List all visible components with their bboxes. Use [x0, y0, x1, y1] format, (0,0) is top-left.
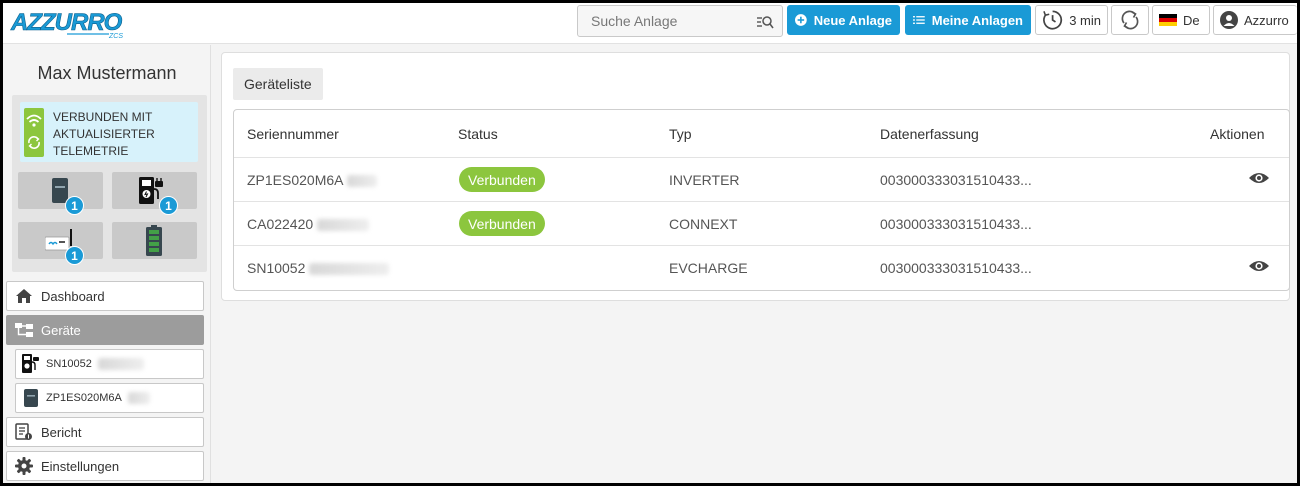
- ev-charger-tile[interactable]: 1: [112, 172, 197, 215]
- device-table: Seriennummer Status Typ Datenerfassung A…: [233, 109, 1290, 291]
- column-header-actions: Aktionen: [1210, 126, 1265, 142]
- account-label: Azzurro: [1244, 12, 1289, 28]
- search-field[interactable]: [577, 5, 783, 37]
- table-row[interactable]: CA022420 Verbunden CONNEXT 0030003330315…: [234, 202, 1289, 246]
- column-header-status[interactable]: Status: [458, 126, 498, 142]
- ev-charger-count-badge: 1: [159, 196, 178, 215]
- type-cell: EVCHARGE: [669, 260, 748, 276]
- sidebar: Max Mustermann VERBUNDEN MIT AKTUALISIER…: [3, 45, 211, 483]
- sync-icon: [1121, 10, 1139, 30]
- language-selector[interactable]: De: [1152, 5, 1210, 35]
- my-plants-button[interactable]: Meine Anlagen: [905, 5, 1031, 35]
- serial-value: CA022420: [247, 216, 314, 232]
- redacted-serial: [309, 263, 390, 276]
- new-plant-button[interactable]: Neue Anlage: [787, 5, 900, 35]
- top-bar: AZZURRO ZCS Neue Anlage: [3, 3, 1297, 44]
- battery-icon: [146, 225, 162, 256]
- language-label: De: [1183, 12, 1200, 28]
- sidebar-item-label: Geräte: [41, 322, 81, 338]
- status-badge: Verbunden: [459, 211, 545, 236]
- account-menu[interactable]: Azzurro: [1213, 5, 1297, 35]
- sidebar-item-settings[interactable]: Einstellungen: [6, 451, 204, 481]
- sidebar-item-devices[interactable]: Geräte: [6, 315, 204, 345]
- inverter-count-badge: 1: [65, 196, 84, 215]
- plus-circle-icon: [795, 14, 807, 26]
- refresh-interval-label: 3 min: [1069, 12, 1101, 28]
- sidebar-item-report[interactable]: Bericht: [6, 417, 204, 447]
- sidebar-subitem-inverter[interactable]: ZP1ES020M6A: [15, 383, 204, 413]
- status-badge: Verbunden: [459, 167, 545, 192]
- device-serial: ZP1ES020M6A: [46, 392, 122, 404]
- sidebar-subitem-ev-charger[interactable]: SN10052: [15, 349, 204, 379]
- new-plant-label: Neue Anlage: [813, 12, 892, 28]
- inverter-icon: [24, 389, 38, 407]
- device-tree-icon: [15, 323, 33, 337]
- sidebar-item-label: Dashboard: [41, 288, 105, 304]
- datalogger-cell: 003000333031510433...: [880, 216, 1032, 232]
- my-plants-label: Meine Anlagen: [931, 12, 1023, 28]
- sidebar-item-dashboard[interactable]: Dashboard: [6, 281, 204, 311]
- svg-text:ZCS: ZCS: [108, 33, 123, 40]
- battery-tile[interactable]: [112, 222, 197, 259]
- column-header-serial[interactable]: Seriennummer: [247, 126, 339, 142]
- redacted-serial: [127, 392, 150, 404]
- list-icon: [913, 16, 925, 24]
- ev-charger-icon: [22, 354, 39, 373]
- serial-cell: ZP1ES020M6A: [247, 172, 377, 188]
- connection-status: VERBUNDEN MIT AKTUALISIERTER TELEMETRIE: [20, 102, 198, 162]
- device-serial: SN10052: [46, 358, 92, 370]
- redacted-serial: [346, 175, 377, 188]
- search-input[interactable]: [591, 13, 741, 29]
- connext-count-badge: 1: [65, 246, 84, 265]
- serial-cell: CA022420: [247, 216, 370, 232]
- gear-icon: [15, 457, 33, 475]
- home-icon: [16, 289, 32, 303]
- column-header-datalogger[interactable]: Datenerfassung: [880, 126, 979, 142]
- svg-text:AZZURRO: AZZURRO: [10, 9, 123, 36]
- eye-icon[interactable]: [1249, 171, 1269, 185]
- eye-icon[interactable]: [1249, 259, 1269, 273]
- datalogger-cell: 003000333031510433...: [880, 260, 1032, 276]
- connection-status-text: VERBUNDEN MIT AKTUALISIERTER TELEMETRIE: [53, 110, 155, 158]
- type-cell: INVERTER: [669, 172, 740, 188]
- redacted-serial: [97, 358, 144, 370]
- table-row[interactable]: ZP1ES020M6A Verbunden INVERTER 003000333…: [234, 158, 1289, 202]
- timer-icon: [1043, 10, 1063, 30]
- wifi-sync-icon: [24, 108, 44, 157]
- datalogger-cell: 003000333031510433...: [880, 172, 1032, 188]
- table-row[interactable]: SN10052 EVCHARGE 003000333031510433...: [234, 246, 1289, 290]
- azzurro-logo[interactable]: AZZURRO ZCS: [9, 6, 129, 40]
- user-name: Max Mustermann: [37, 63, 177, 83]
- device-list-card: Geräteliste Seriennummer Status Typ Date…: [221, 52, 1290, 301]
- sidebar-item-label: Bericht: [41, 424, 82, 440]
- serial-value: ZP1ES020M6A: [247, 172, 343, 188]
- sidebar-item-label: Einstellungen: [41, 458, 120, 474]
- refresh-button[interactable]: [1111, 5, 1149, 35]
- redacted-serial: [317, 219, 370, 232]
- report-icon: [15, 423, 32, 440]
- tab-device-list[interactable]: Geräteliste: [233, 68, 323, 100]
- column-header-type[interactable]: Typ: [669, 126, 692, 142]
- plant-status-panel: VERBUNDEN MIT AKTUALISIERTER TELEMETRIE …: [12, 95, 207, 272]
- user-icon: [1220, 11, 1238, 29]
- german-flag-icon: [1159, 14, 1177, 26]
- inverter-tile[interactable]: 1: [18, 172, 103, 215]
- refresh-interval-button[interactable]: 3 min: [1035, 5, 1108, 35]
- serial-value: SN10052: [247, 260, 306, 276]
- serial-cell: SN10052: [247, 260, 390, 276]
- app-window: AZZURRO ZCS Neue Anlage: [0, 0, 1300, 486]
- type-cell: CONNEXT: [669, 216, 738, 232]
- connext-tile[interactable]: 1: [18, 222, 103, 265]
- search-icon[interactable]: [756, 14, 774, 30]
- table-header: Seriennummer Status Typ Datenerfassung A…: [234, 110, 1289, 158]
